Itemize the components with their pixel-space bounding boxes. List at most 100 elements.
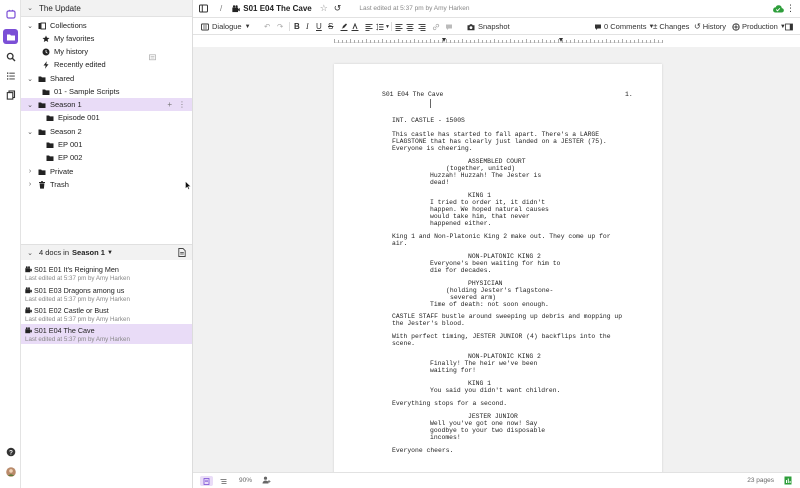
dialogue-line[interactable]: waiting for! xyxy=(430,367,476,374)
dialogue-line[interactable]: incomes! xyxy=(430,434,461,441)
tree-item-history[interactable]: My history xyxy=(21,45,192,58)
doc-list-item[interactable]: S01 E01 It's Reigning Men Last edited at… xyxy=(21,263,192,283)
tree-item-sample-scripts[interactable]: 01 - Sample Scripts xyxy=(21,85,192,98)
history-icon[interactable]: ↺ xyxy=(334,3,342,14)
dialogue-line[interactable]: happened either. xyxy=(430,220,491,227)
comment-gutter-icon[interactable] xyxy=(149,54,156,61)
caret-down-icon[interactable]: ▼ xyxy=(107,250,113,256)
chevron-down-icon[interactable]: ⌄ xyxy=(25,4,35,12)
tree-item-season-2[interactable]: ⌄ Season 2 xyxy=(21,125,192,138)
action-line[interactable]: the Jester's blood. xyxy=(392,320,465,327)
sidebar-right-icon[interactable] xyxy=(785,18,793,35)
tree-item-collections[interactable]: ⌄ Collections xyxy=(21,19,192,32)
doc-title: S01 E01 It's Reigning Men xyxy=(34,265,119,274)
chevron-right-icon[interactable]: › xyxy=(25,168,35,175)
tree-item-favorites[interactable]: My favorites xyxy=(21,32,192,45)
align-right-icon[interactable] xyxy=(418,18,426,35)
italic-icon[interactable]: I xyxy=(306,18,309,35)
outline-view-icon[interactable] xyxy=(217,476,230,486)
action-line[interactable]: Everyone cheers. xyxy=(392,447,453,454)
action-line[interactable]: scene. xyxy=(392,340,415,347)
tree-item-episode-001[interactable]: Episode 001 xyxy=(21,111,192,124)
workspace-header[interactable]: ⌄ The Update xyxy=(21,0,192,17)
undo-icon[interactable]: ↶ xyxy=(264,18,270,35)
ruler-tick xyxy=(462,39,463,43)
folder-nav-icon[interactable] xyxy=(3,29,18,44)
help-icon[interactable]: ? xyxy=(3,444,18,459)
page-title[interactable]: S01 E04 The Cave xyxy=(243,4,311,13)
dialogue-line[interactable]: You said you didn't want children. xyxy=(430,387,560,394)
star-icon[interactable]: ☆ xyxy=(320,3,328,14)
script-page[interactable]: S01 E04 The Cave 1. INT. CASTLE - 1500S … xyxy=(334,64,662,472)
plus-icon[interactable]: + xyxy=(167,100,172,109)
history-button[interactable]: ↺ History xyxy=(694,18,726,35)
folder-icon xyxy=(37,100,46,109)
ruler-tick xyxy=(486,40,487,43)
tree-item-recently-edited[interactable]: Recently edited xyxy=(21,58,192,71)
doc-list-item[interactable]: S01 E02 Castle or Bust Last edited at 5:… xyxy=(21,304,192,324)
link-icon[interactable] xyxy=(432,18,440,35)
tree-item-season-1[interactable]: ⌄ Season 1 + ⋮ xyxy=(21,98,192,111)
more-vertical-icon[interactable]: ⋮ xyxy=(178,100,186,109)
list-icon[interactable] xyxy=(3,68,18,83)
search-icon[interactable] xyxy=(3,49,18,64)
logo-icon[interactable] xyxy=(3,6,18,21)
tree-item-ep-002[interactable]: EP 002 xyxy=(21,151,192,164)
chevron-down-icon[interactable]: ⌄ xyxy=(25,249,35,257)
action-line[interactable]: With perfect timing, JESTER JUNIOR (4) b… xyxy=(392,333,611,340)
sidebar-toggle-icon[interactable] xyxy=(199,4,208,13)
redo-icon[interactable]: ↷ xyxy=(277,18,283,35)
avatar[interactable] xyxy=(3,464,18,479)
comments-button[interactable]: 0 Comments ▼ xyxy=(594,18,654,35)
dialogue-line[interactable]: Time of death: not soon enough. xyxy=(430,301,549,308)
folder-filter[interactable]: Season 1 xyxy=(72,248,105,257)
scene-heading[interactable]: INT. CASTLE - 1500S xyxy=(392,117,465,124)
highlight-icon[interactable] xyxy=(340,18,348,35)
dialogue-line[interactable]: die for decades. xyxy=(430,267,491,274)
comment-icon[interactable] xyxy=(445,18,453,35)
chevron-down-icon[interactable]: ⌄ xyxy=(25,75,35,83)
underline-icon[interactable]: U xyxy=(316,18,322,35)
chevron-down-icon[interactable]: ⌄ xyxy=(25,22,35,30)
folder-icon xyxy=(37,167,46,176)
align-left-icon[interactable] xyxy=(365,18,373,35)
action-line[interactable]: air. xyxy=(392,240,407,247)
film-icon xyxy=(25,307,32,314)
tree-item-shared[interactable]: ⌄ Shared xyxy=(21,72,192,85)
tree-item-label: Season 1 xyxy=(50,100,82,109)
users-icon[interactable] xyxy=(262,476,272,486)
ruler-tick xyxy=(438,40,439,43)
tree-item-trash[interactable]: › Trash xyxy=(21,178,192,191)
ruler-tick xyxy=(654,39,655,43)
align-left-icon[interactable] xyxy=(395,18,403,35)
dialogue-line[interactable]: dead! xyxy=(430,179,449,186)
line-spacing-icon[interactable]: ▼ xyxy=(376,18,390,35)
ruler-tick xyxy=(338,40,339,43)
action-line[interactable]: Everyone is cheering. xyxy=(392,145,473,152)
action-line[interactable]: Everything stops for a second. xyxy=(392,400,507,407)
snapshot-button[interactable]: Snapshot xyxy=(467,18,510,35)
tree-item-private[interactable]: › Private xyxy=(21,165,192,178)
chevron-down-icon[interactable]: ⌄ xyxy=(25,128,35,136)
page-view-icon[interactable] xyxy=(200,476,213,486)
report-icon[interactable] xyxy=(784,476,792,487)
action-line[interactable]: King 1 and Non-Platonic King 2 make out.… xyxy=(392,233,611,240)
doc-list-item[interactable]: S01 E03 Dragons among us Last edited at … xyxy=(21,284,192,304)
text-color-icon[interactable] xyxy=(351,18,359,35)
tree-item-ep-001[interactable]: EP 001 xyxy=(21,138,192,151)
align-center-icon[interactable] xyxy=(406,18,414,35)
more-vertical-icon[interactable]: ⋮ xyxy=(786,3,795,14)
changes-button[interactable]: ± Changes xyxy=(653,18,689,35)
new-document-icon[interactable] xyxy=(178,248,186,257)
ruler-tick xyxy=(562,40,563,43)
copy-icon[interactable] xyxy=(3,87,18,102)
ruler-tick xyxy=(550,40,551,43)
bold-icon[interactable]: B xyxy=(294,18,300,35)
zoom-level[interactable]: 90% xyxy=(239,477,252,484)
mode-select[interactable]: Production ▼ xyxy=(732,18,786,35)
chevron-right-icon[interactable]: › xyxy=(25,181,35,188)
strikethrough-icon[interactable]: S xyxy=(328,18,333,35)
doc-list-item-selected[interactable]: S01 E04 The Cave Last edited at 5:37 pm … xyxy=(21,324,192,344)
element-type-select[interactable]: Dialogue ▼ xyxy=(201,18,251,35)
chevron-down-icon[interactable]: ⌄ xyxy=(25,101,35,109)
